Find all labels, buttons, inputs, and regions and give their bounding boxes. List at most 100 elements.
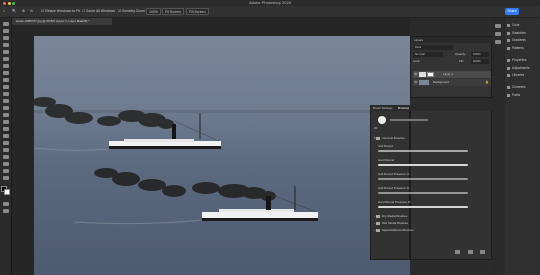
screen-mode-icon[interactable] — [3, 209, 9, 213]
gradient-tool-icon[interactable] — [3, 113, 9, 117]
panel-link-channels[interactable]: Channels — [507, 84, 525, 91]
brush-folder[interactable]: › Special Effects Brushes — [374, 227, 484, 233]
frame-tool-icon[interactable] — [3, 64, 9, 68]
canvas-image[interactable] — [34, 36, 410, 275]
layers-tab[interactable]: Layers — [414, 38, 423, 42]
fill-label: Fill: — [459, 59, 464, 63]
layer-name: Background — [433, 80, 450, 84]
dock-icon-3[interactable] — [495, 40, 501, 44]
brush-item[interactable]: Hard Round Pressure O... — [378, 199, 488, 205]
panel-link-adjustments[interactable]: Adjustments — [507, 65, 530, 72]
panel-link-gradients[interactable]: Gradients — [507, 37, 526, 44]
new-group-icon[interactable] — [455, 250, 460, 254]
path-selection-tool-icon[interactable] — [3, 148, 9, 152]
layers-panel-tabs: Layers — [411, 37, 493, 43]
resize-windows-checkbox[interactable]: ☑ Resize Windows to Fit — [41, 8, 80, 15]
clone-stamp-tool-icon[interactable] — [3, 92, 9, 96]
brush-item[interactable]: Soft Round Pressure O... — [378, 171, 488, 177]
crop-tool-icon[interactable] — [3, 57, 9, 61]
brush-group-general[interactable]: ▾ General Brushes — [374, 135, 484, 141]
layer-thumbnail — [419, 80, 429, 85]
tab-brush-settings[interactable]: Brush Settings — [373, 105, 393, 111]
more-tools-icon[interactable] — [3, 176, 9, 180]
delete-brush-icon[interactable] — [480, 250, 485, 254]
group-label: General Brushes — [382, 136, 405, 140]
rectangle-tool-icon[interactable] — [3, 155, 9, 159]
brush-size-slider[interactable] — [390, 119, 428, 121]
artboard-tool-icon[interactable] — [3, 29, 9, 33]
pen-tool-icon[interactable] — [3, 134, 9, 138]
new-brush-icon[interactable] — [468, 250, 473, 254]
zoom-in-icon[interactable]: ⊕ — [22, 8, 25, 15]
folder-icon — [375, 214, 380, 218]
quick-mask-icon[interactable] — [3, 202, 9, 206]
brushes-panel: Brush Settings Brushes 20 ▾ General Brus… — [370, 105, 492, 260]
visibility-eye-icon[interactable]: 👁 — [414, 79, 418, 86]
history-brush-tool-icon[interactable] — [3, 99, 9, 103]
blur-tool-icon[interactable] — [3, 120, 9, 124]
hand-tool-icon[interactable] — [3, 162, 9, 166]
zoom-tool-sidebar-icon[interactable] — [3, 169, 9, 173]
fill-field[interactable]: 100% — [471, 59, 489, 64]
healing-brush-tool-icon[interactable] — [3, 78, 9, 82]
panel-link-color[interactable]: Color — [507, 22, 520, 29]
layer-row[interactable]: 👁 Background 🔒 — [413, 79, 491, 86]
brush-tool-icon[interactable] — [3, 85, 9, 89]
tools-panel — [0, 18, 12, 275]
folder-icon — [375, 221, 380, 225]
gradients-icon — [507, 38, 510, 42]
layer-filter-kind[interactable]: Kind — [413, 45, 453, 50]
layer-row[interactable]: 👁 Layer 1 — [413, 71, 491, 78]
brush-stroke-preview — [378, 192, 468, 194]
panel-link-libraries[interactable]: Libraries — [507, 72, 524, 79]
share-button[interactable]: Share — [505, 8, 519, 15]
object-selection-tool-icon[interactable] — [3, 50, 9, 54]
layer-mask-thumbnail[interactable] — [427, 72, 434, 77]
marquee-tool-icon[interactable] — [3, 36, 9, 40]
panel-link-patterns[interactable]: Patterns — [507, 45, 524, 52]
brush-item[interactable]: Soft Round — [378, 143, 488, 149]
brush-item[interactable]: Hard Round — [378, 157, 488, 163]
lock-icon: 🔒 — [485, 80, 489, 84]
brush-folder[interactable]: › Dry Media Brushes — [374, 213, 484, 219]
move-tool-icon[interactable] — [3, 22, 9, 26]
eraser-tool-icon[interactable] — [3, 106, 9, 110]
visibility-eye-icon[interactable]: 👁 — [414, 71, 418, 78]
panel-link-paths[interactable]: Paths — [507, 92, 520, 99]
scrubby-zoom-label: Scrubby Zoom — [122, 9, 145, 13]
brush-label: Hard Round — [378, 158, 395, 162]
lasso-tool-icon[interactable] — [3, 43, 9, 47]
type-tool-icon[interactable] — [3, 141, 9, 145]
zoom-tool-icon[interactable]: 🔍 — [12, 8, 16, 15]
dock-icon-2[interactable] — [495, 32, 501, 36]
brush-folder[interactable]: › Wet Media Brushes — [374, 220, 484, 226]
layer-name: Layer 1 — [443, 72, 454, 76]
panel-link-swatches[interactable]: Swatches — [507, 30, 526, 37]
brush-item[interactable]: Soft Round Pressure O... — [378, 185, 488, 191]
panel-label: Libraries — [512, 73, 525, 77]
tab-brushes[interactable]: Brushes — [398, 105, 409, 111]
eyedropper-tool-icon[interactable] — [3, 71, 9, 75]
folder-label: Wet Media Brushes — [381, 221, 408, 225]
brush-size-value[interactable]: 20 — [374, 126, 377, 130]
channels-icon — [507, 85, 510, 89]
brush-label: Soft Round — [378, 144, 394, 148]
opacity-field[interactable]: 100% — [471, 52, 489, 57]
background-color-swatch[interactable] — [4, 189, 10, 195]
fit-screen-button[interactable]: Fit Screen — [162, 8, 184, 15]
libraries-icon — [507, 73, 510, 77]
collapsed-panels: Color Swatches Gradients Patterns Proper… — [505, 18, 540, 275]
fill-screen-button[interactable]: Fill Screen — [186, 8, 209, 15]
zoom-out-icon[interactable]: ⊖ — [30, 8, 33, 15]
dock-icon-1[interactable] — [495, 24, 501, 28]
panel-link-properties[interactable]: Properties — [507, 57, 527, 64]
zoom-value-field[interactable]: 100% — [146, 8, 161, 15]
dodge-tool-icon[interactable] — [3, 127, 9, 131]
home-icon[interactable]: ⌂ — [3, 8, 5, 15]
zoom-all-checkbox[interactable]: ☐ Zoom All Windows — [82, 8, 115, 15]
blend-mode-select[interactable]: Normal — [413, 52, 443, 57]
scrubby-zoom-checkbox[interactable]: ☑ Scrubby Zoom — [118, 8, 145, 15]
layers-panel: Layers Kind Normal Opacity: 100% Lock: F… — [410, 36, 493, 98]
document-tab[interactable]: steam-9480747.jpg @ 66.8% (Layer 1, Laye… — [12, 18, 112, 25]
adjustments-icon — [507, 66, 510, 70]
